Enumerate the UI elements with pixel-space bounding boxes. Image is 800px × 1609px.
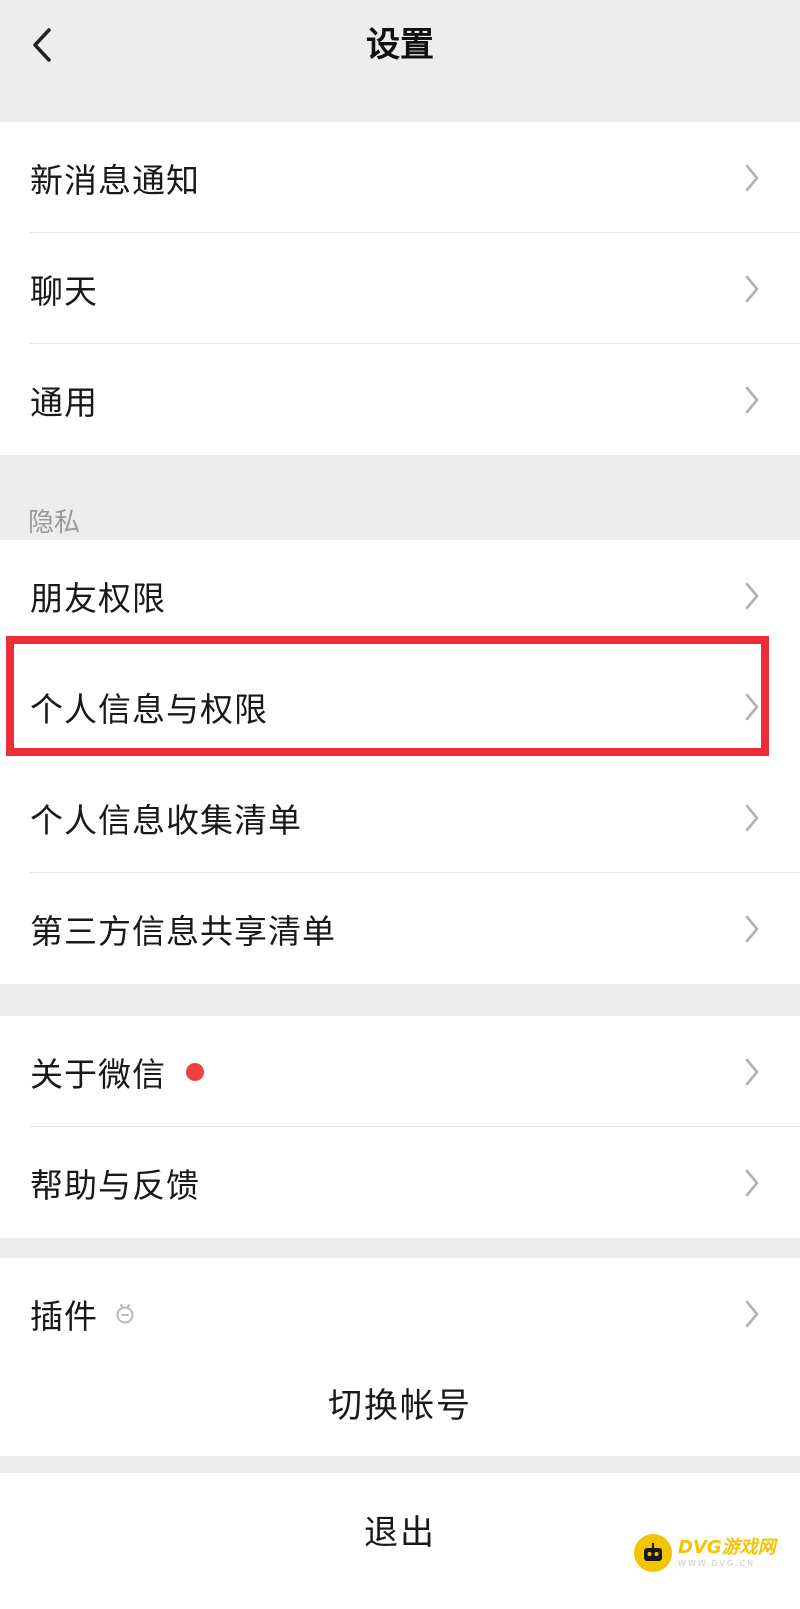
settings-group-about: 关于微信 帮助与反馈 <box>0 1016 800 1238</box>
settings-item-label: 个人信息与权限 <box>30 689 268 729</box>
settings-item-personal-info-list[interactable]: 个人信息收集清单 <box>0 762 800 873</box>
chevron-right-icon <box>745 386 759 413</box>
settings-item-label: 插件 <box>30 1296 98 1336</box>
settings-item-label: 帮助与反馈 <box>30 1165 200 1205</box>
plugin-icon <box>116 1303 134 1323</box>
settings-item-friend-permissions[interactable]: 朋友权限 <box>0 540 800 651</box>
section-header-privacy: 隐私 <box>28 508 81 538</box>
chevron-right-icon <box>745 1300 759 1327</box>
watermark: DVG游戏网 WWW.DVG.CN <box>634 1524 800 1582</box>
nav-bar: 设置 <box>0 0 800 92</box>
chevron-right-icon <box>745 582 759 609</box>
chevron-right-icon <box>745 164 759 191</box>
settings-item-label: 朋友权限 <box>30 578 166 618</box>
settings-item-third-party-sharing[interactable]: 第三方信息共享清单 <box>0 873 800 984</box>
settings-item-label: 第三方信息共享清单 <box>30 911 336 951</box>
settings-item-label: 个人信息收集清单 <box>30 800 302 840</box>
settings-item-personal-info-permissions[interactable]: 个人信息与权限 <box>0 651 800 762</box>
settings-item-label: 聊天 <box>30 271 98 311</box>
settings-item-notifications[interactable]: 新消息通知 <box>0 122 800 233</box>
chevron-right-icon <box>745 1058 759 1085</box>
chevron-right-icon <box>745 915 759 942</box>
switch-account-button[interactable]: 切换帐号 <box>0 1349 800 1456</box>
settings-item-label: 新消息通知 <box>30 160 200 200</box>
settings-item-help-feedback[interactable]: 帮助与反馈 <box>0 1127 800 1238</box>
chevron-right-icon <box>745 275 759 302</box>
watermark-text: DVG游戏网 <box>678 1536 776 1558</box>
settings-group-general: 新消息通知 聊天 通用 <box>0 122 800 455</box>
watermark-logo-icon <box>634 1534 672 1572</box>
switch-account-group: 切换帐号 <box>0 1349 800 1456</box>
settings-item-general[interactable]: 通用 <box>0 344 800 455</box>
settings-group-privacy: 朋友权限 个人信息与权限 个人信息收集清单 第三方信息共享清单 <box>0 540 800 984</box>
settings-item-chat[interactable]: 聊天 <box>0 233 800 344</box>
notification-dot <box>186 1062 204 1081</box>
chevron-right-icon <box>745 693 759 720</box>
page-title: 设置 <box>366 25 434 65</box>
chevron-right-icon <box>745 804 759 831</box>
chevron-right-icon <box>745 1169 759 1196</box>
settings-item-about[interactable]: 关于微信 <box>0 1016 800 1127</box>
watermark-subtext: WWW.DVG.CN <box>678 1558 756 1568</box>
settings-item-label: 通用 <box>30 382 98 422</box>
settings-item-label: 关于微信 <box>30 1054 166 1094</box>
